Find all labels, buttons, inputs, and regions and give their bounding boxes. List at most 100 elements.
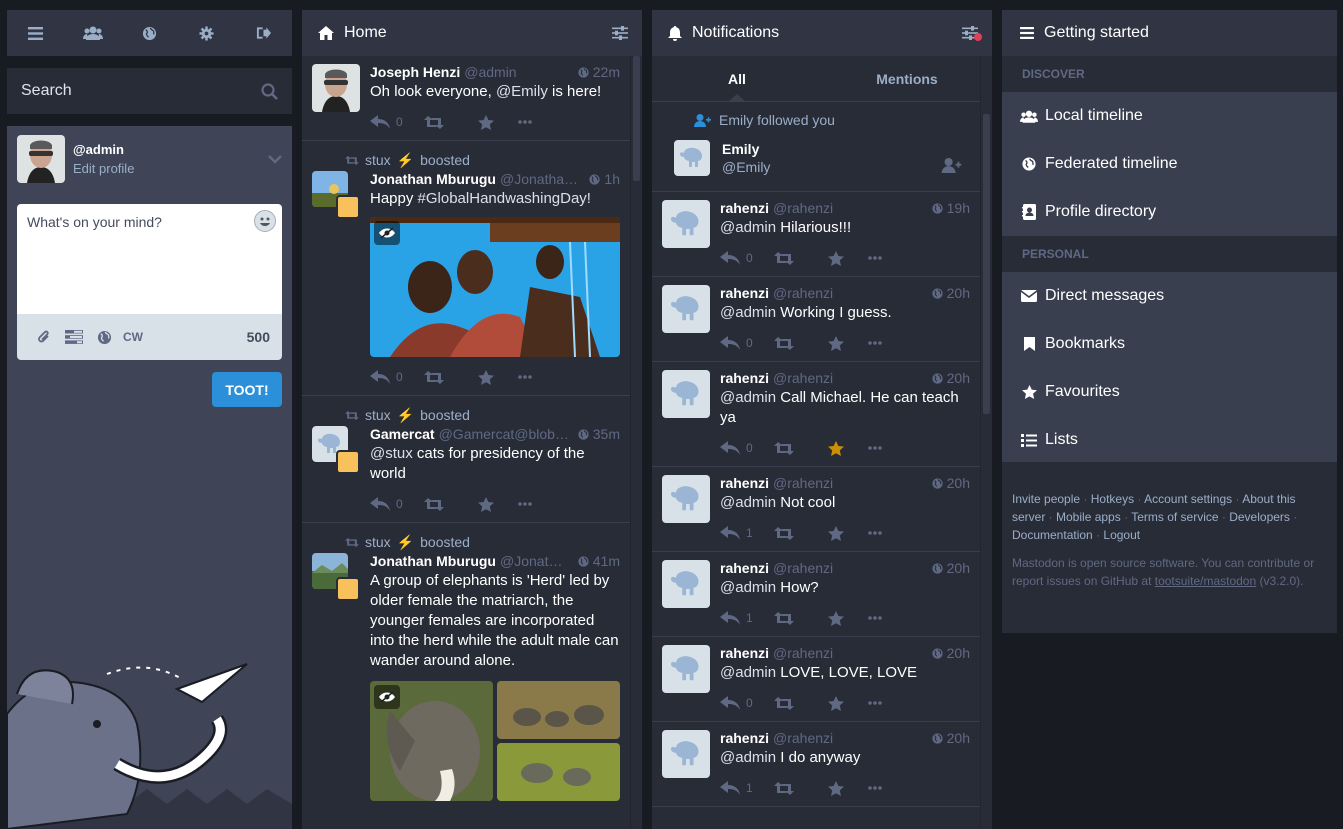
media-image-children-handwashing[interactable] — [370, 217, 620, 357]
mention-notification[interactable]: rahenzi @rahenzi 20h @admin I do anyway … — [652, 722, 992, 807]
favourite-button[interactable] — [828, 250, 868, 266]
booster-name[interactable]: stux — [365, 152, 391, 168]
more-options-icon[interactable] — [518, 502, 572, 506]
reply-button[interactable]: 0 — [720, 251, 774, 265]
edit-profile-link[interactable]: Edit profile — [73, 161, 268, 176]
timestamp[interactable]: 22m — [593, 64, 620, 80]
mention-link[interactable]: @admin — [720, 389, 776, 406]
chevron-down-icon[interactable] — [268, 154, 282, 164]
account-handle[interactable]: @rahenzi — [773, 645, 924, 661]
mention-link[interactable]: @Emily — [496, 83, 548, 100]
tab-all[interactable]: All — [652, 56, 822, 102]
mention-link[interactable]: @admin — [720, 494, 776, 511]
follower-name[interactable]: Emily — [722, 141, 770, 157]
scrollbar[interactable] — [630, 56, 642, 829]
favourite-button[interactable] — [478, 369, 518, 385]
avatar[interactable] — [674, 140, 710, 176]
mention-link[interactable]: @stux — [370, 445, 413, 462]
timestamp[interactable]: 20h — [947, 730, 970, 746]
favourite-button[interactable] — [828, 525, 868, 541]
mention-notification[interactable]: rahenzi @rahenzi 19h @admin Hilarious!!!… — [652, 192, 992, 277]
hotkeys-link[interactable]: Hotkeys — [1091, 492, 1134, 506]
reply-button[interactable]: 0 — [370, 370, 424, 384]
favourite-button[interactable] — [828, 780, 868, 796]
booster-avatar[interactable] — [336, 577, 360, 601]
logout-link[interactable]: Logout — [1103, 528, 1140, 542]
timestamp[interactable]: 19h — [947, 200, 970, 216]
follow-notification[interactable]: Emily followed you Emily @Emily — [652, 102, 992, 192]
reply-button[interactable]: 0 — [720, 441, 774, 455]
developers-link[interactable]: Developers — [1229, 510, 1290, 524]
column-settings-icon[interactable] — [962, 26, 982, 41]
booster-avatar[interactable] — [336, 195, 360, 219]
home-timeline[interactable]: Joseph Henzi @admin 22m Oh look everyone… — [302, 56, 642, 829]
timestamp[interactable]: 20h — [947, 645, 970, 661]
reply-button[interactable]: 0 — [370, 115, 424, 129]
favourite-button[interactable] — [828, 695, 868, 711]
boost-button[interactable] — [774, 781, 828, 795]
avatar[interactable] — [662, 560, 710, 608]
display-name[interactable]: rahenzi — [720, 560, 769, 576]
local-timeline-icon[interactable] — [73, 13, 113, 53]
account-handle[interactable]: @rahenzi — [773, 475, 924, 491]
display-name[interactable]: Jonathan Mburugu — [370, 171, 496, 187]
more-options-icon[interactable] — [868, 701, 922, 705]
mention-notification[interactable]: rahenzi @rahenzi 20h @admin LOVE, LOVE, … — [652, 637, 992, 722]
reply-button[interactable]: 0 — [720, 696, 774, 710]
boost-button[interactable] — [424, 115, 478, 129]
reply-button[interactable]: 0 — [370, 497, 424, 511]
column-settings-icon[interactable] — [612, 26, 628, 40]
invite-people-link[interactable]: Invite people — [1012, 492, 1080, 506]
boost-button[interactable] — [774, 336, 828, 350]
account-handle[interactable]: @Jonath… — [500, 553, 570, 569]
avatar[interactable] — [662, 645, 710, 693]
avatar[interactable] — [662, 475, 710, 523]
mention-notification[interactable]: rahenzi @rahenzi 20h @admin How? 1 — [652, 552, 992, 637]
poll-icon[interactable] — [59, 330, 89, 344]
tab-mentions[interactable]: Mentions — [822, 56, 992, 101]
booster-name[interactable]: stux — [365, 407, 391, 423]
media-image-herd-grass[interactable] — [497, 743, 620, 801]
terms-of-service-link[interactable]: Terms of service — [1131, 510, 1218, 524]
visibility-globe-icon[interactable] — [89, 330, 119, 345]
account-settings-link[interactable]: Account settings — [1144, 492, 1232, 506]
reply-button[interactable]: 1 — [720, 526, 774, 540]
mention-link[interactable]: @admin — [720, 219, 776, 236]
booster-avatar[interactable] — [336, 450, 360, 474]
avatar[interactable] — [312, 426, 360, 474]
avatar[interactable] — [662, 200, 710, 248]
boost-button[interactable] — [774, 251, 828, 265]
scrollbar[interactable] — [980, 56, 992, 829]
status[interactable]: stux ⚡ boosted Jonathan Mburugu @Jonath…… — [302, 523, 642, 809]
boost-button[interactable] — [424, 370, 478, 384]
nav-direct-messages[interactable]: Direct messages — [1002, 272, 1337, 320]
avatar[interactable] — [662, 730, 710, 778]
timestamp[interactable]: 20h — [947, 475, 970, 491]
favourite-button[interactable] — [828, 610, 868, 626]
display-name[interactable]: rahenzi — [720, 370, 769, 386]
mention-link[interactable]: @admin — [720, 664, 776, 681]
more-options-icon[interactable] — [868, 446, 922, 450]
nav-bookmarks[interactable]: Bookmarks — [1002, 320, 1337, 368]
booster-name[interactable]: stux — [365, 534, 391, 550]
reply-button[interactable]: 1 — [720, 781, 774, 795]
hide-media-icon[interactable] — [374, 221, 400, 245]
more-options-icon[interactable] — [868, 786, 922, 790]
timestamp[interactable]: 20h — [947, 285, 970, 301]
documentation-link[interactable]: Documentation — [1012, 528, 1093, 542]
avatar[interactable] — [312, 64, 360, 112]
favourite-button[interactable] — [478, 114, 518, 130]
display-name[interactable]: rahenzi — [720, 285, 769, 301]
account-username[interactable]: @admin — [73, 142, 268, 157]
account-handle[interactable]: @rahenzi — [773, 370, 924, 386]
boost-button[interactable] — [774, 696, 828, 710]
hide-media-icon[interactable] — [374, 685, 400, 709]
search-icon[interactable] — [261, 82, 278, 100]
account-handle[interactable]: @rahenzi — [773, 285, 924, 301]
timestamp[interactable]: 41m — [593, 553, 620, 569]
boost-button[interactable] — [774, 441, 828, 455]
display-name[interactable]: Joseph Henzi — [370, 64, 460, 80]
scrollbar-thumb[interactable] — [983, 114, 990, 414]
boost-button[interactable] — [774, 526, 828, 540]
account-handle[interactable]: @rahenzi — [773, 730, 924, 746]
